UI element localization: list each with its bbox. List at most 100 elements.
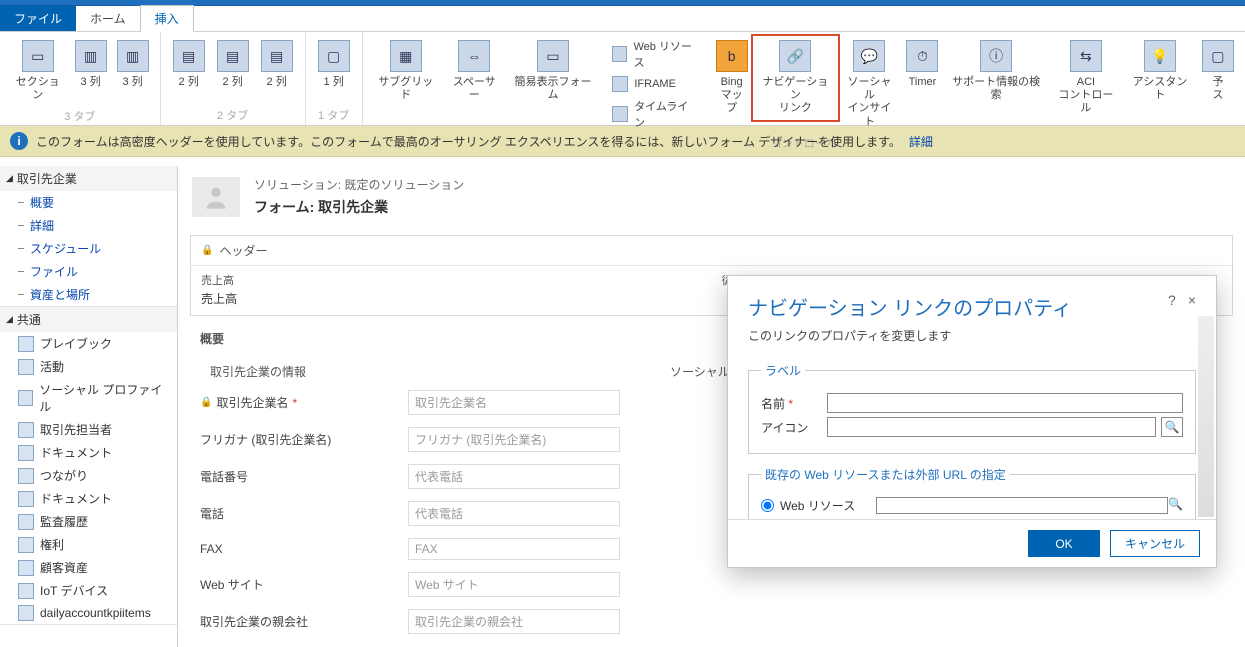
ribbon-section[interactable]: ▭セクション (6, 36, 70, 106)
social-icon: 💬 (853, 40, 885, 72)
entity-icon (18, 560, 34, 576)
ribbon-knowledge[interactable]: ⓘサポート情報の検索 (944, 36, 1049, 106)
field-input[interactable]: 代表電話 (408, 464, 620, 489)
ribbon-timer[interactable]: ⏱Timer (901, 36, 943, 93)
field-input[interactable]: Web サイト (408, 572, 620, 597)
field-label: 電話 (200, 505, 400, 522)
lock-icon: 🔒 (201, 245, 213, 256)
bulb-icon: 💡 (1144, 40, 1176, 72)
sidebar-item[interactable]: ドキュメント (0, 487, 177, 510)
ribbon-timeline[interactable]: タイムライン (612, 98, 698, 130)
field-input[interactable]: 取引先企業の親会社 (408, 609, 620, 634)
sidebar-item[interactable]: 顧客資産 (0, 556, 177, 579)
ribbon-aci[interactable]: ⇆ACI コントロール (1049, 36, 1123, 120)
tab-home[interactable]: ホーム (76, 6, 140, 31)
ribbon-assistant[interactable]: 💡アシスタント (1123, 36, 1197, 106)
sidebar-header-common[interactable]: ◢共通 (0, 307, 177, 332)
fieldset-resource: 既存の Web リソースまたは外部 URL の指定 Web リソース 🔍 外部 … (748, 466, 1196, 519)
aci-icon: ⇆ (1070, 40, 1102, 72)
tab-insert[interactable]: 挿入 (140, 5, 194, 32)
entity-icon (18, 445, 34, 461)
legend-resource: 既存の Web リソースまたは外部 URL の指定 (761, 466, 1010, 483)
subsection-info: 取引先企業の情報 (200, 359, 620, 384)
dialog-close[interactable]: × (1188, 292, 1196, 308)
timeline-icon (612, 106, 628, 122)
sidebar-item[interactable]: 監査履歴 (0, 510, 177, 533)
ribbon-bingmap[interactable]: bBing マップ (710, 36, 753, 120)
navlink-icon: 🔗 (779, 40, 811, 72)
ribbon-predict[interactable]: ▢予 ス (1197, 36, 1239, 106)
sidebar-header-account[interactable]: ◢取引先企業 (0, 166, 177, 191)
sidebar-item[interactable]: 取引先担当者 (0, 418, 177, 441)
ribbon-social[interactable]: 💬ソーシャル インサイト (838, 36, 902, 133)
sidebar-item[interactable]: 権利 (0, 533, 177, 556)
ribbon-3col-b[interactable]: ▥3 列 (112, 36, 154, 106)
form-value: 取引先企業 (318, 199, 388, 215)
field-placeholder[interactable]: 売上高 (201, 288, 702, 309)
ribbon-1col[interactable]: ▢1 列 (312, 36, 356, 105)
sidebar-item[interactable]: 資産と場所 (0, 283, 177, 306)
icon-input[interactable] (827, 417, 1156, 437)
dialog-help[interactable]: ? (1168, 292, 1176, 308)
sidebar-item[interactable]: つながり (0, 464, 177, 487)
ribbon-2col-c[interactable]: ▤2 列 (255, 36, 299, 105)
spacer-icon: ⇔ (458, 40, 490, 72)
required-mark: * (788, 397, 793, 411)
ok-button[interactable]: OK (1028, 530, 1100, 557)
ribbon-quickview[interactable]: ▭簡易表示フォーム (506, 36, 601, 106)
entity-icon (18, 605, 34, 621)
radio-webresource[interactable] (761, 499, 774, 512)
globe-icon (612, 46, 627, 62)
sidebar: ◢取引先企業 概要 詳細 スケジュール ファイル 資産と場所 ◢共通 プレイブッ… (0, 166, 178, 647)
dialog-scrollbar[interactable] (1198, 316, 1214, 517)
cols-icon: ▥ (117, 40, 149, 72)
entity-icon (18, 336, 34, 352)
tab-file[interactable]: ファイル (0, 6, 76, 31)
sidebar-item[interactable]: ドキュメント (0, 441, 177, 464)
cancel-button[interactable]: キャンセル (1110, 530, 1200, 557)
map-icon: b (716, 40, 748, 72)
icon-picker-button[interactable]: 🔍 (1161, 417, 1183, 437)
ribbon-iframe[interactable]: IFRAME (612, 76, 698, 92)
icon-label: アイコン (761, 419, 821, 436)
webresource-input[interactable] (876, 497, 1168, 514)
sidebar-item[interactable]: 概要 (0, 191, 177, 214)
field-label: フリガナ (取引先企業名) (200, 431, 400, 448)
fieldset-label: ラベル 名前 * アイコン 🔍 (748, 362, 1196, 454)
webresource-picker-button[interactable]: 🔍 (1168, 497, 1183, 514)
sidebar-item[interactable]: 活動 (0, 355, 177, 378)
entity-icon (18, 514, 34, 530)
cols-icon: ▢ (318, 40, 350, 72)
entity-icon (18, 491, 34, 507)
sidebar-item[interactable]: IoT デバイス (0, 579, 177, 602)
group-label-1tab: 1 タブ (318, 105, 349, 123)
field-input[interactable]: フリガナ (取引先企業名) (408, 427, 620, 452)
sidebar-item[interactable]: ソーシャル プロファイル (0, 378, 177, 418)
sidebar-item[interactable]: 詳細 (0, 214, 177, 237)
sidebar-item[interactable]: dailyaccountkpiitems (0, 602, 177, 624)
ribbon-spacer[interactable]: ⇔スペーサー (443, 36, 506, 106)
ribbon-3col-a[interactable]: ▥3 列 (70, 36, 112, 106)
ribbon-navigation-link[interactable]: 🔗ナビゲーション リンク (753, 36, 837, 120)
sidebar-item[interactable]: ファイル (0, 260, 177, 283)
field-input[interactable]: 取引先企業名 (408, 390, 620, 415)
knowledge-icon: ⓘ (980, 40, 1012, 72)
ribbon-webresource[interactable]: Web リソース (612, 38, 698, 70)
ribbon-2col-b[interactable]: ▤2 列 (211, 36, 255, 105)
section-icon: ▭ (22, 40, 54, 72)
info-link[interactable]: 詳細 (909, 133, 933, 150)
ribbon-subgrid[interactable]: ▦サブグリッド (369, 36, 443, 106)
sidebar-item[interactable]: スケジュール (0, 237, 177, 260)
name-input[interactable] (827, 393, 1183, 413)
solution-value: 既定のソリューション (344, 178, 464, 192)
dialog-subtitle: このリンクのプロパティを変更します (748, 327, 1168, 344)
field-label: Web サイト (200, 576, 400, 593)
field-input[interactable]: 代表電話 (408, 501, 620, 526)
field-input[interactable]: FAX (408, 538, 620, 560)
ribbon-2col-a[interactable]: ▤2 列 (167, 36, 211, 105)
ribbon: ▭セクション ▥3 列 ▥3 列 3 タブ ▤2 列 ▤2 列 ▤2 列 2 タ… (0, 32, 1245, 126)
info-text: このフォームは高密度ヘッダーを使用しています。このフォームで最高のオーサリング … (36, 133, 901, 150)
grid-icon: ▦ (390, 40, 422, 72)
cols-icon: ▤ (217, 40, 249, 72)
sidebar-item[interactable]: プレイブック (0, 332, 177, 355)
